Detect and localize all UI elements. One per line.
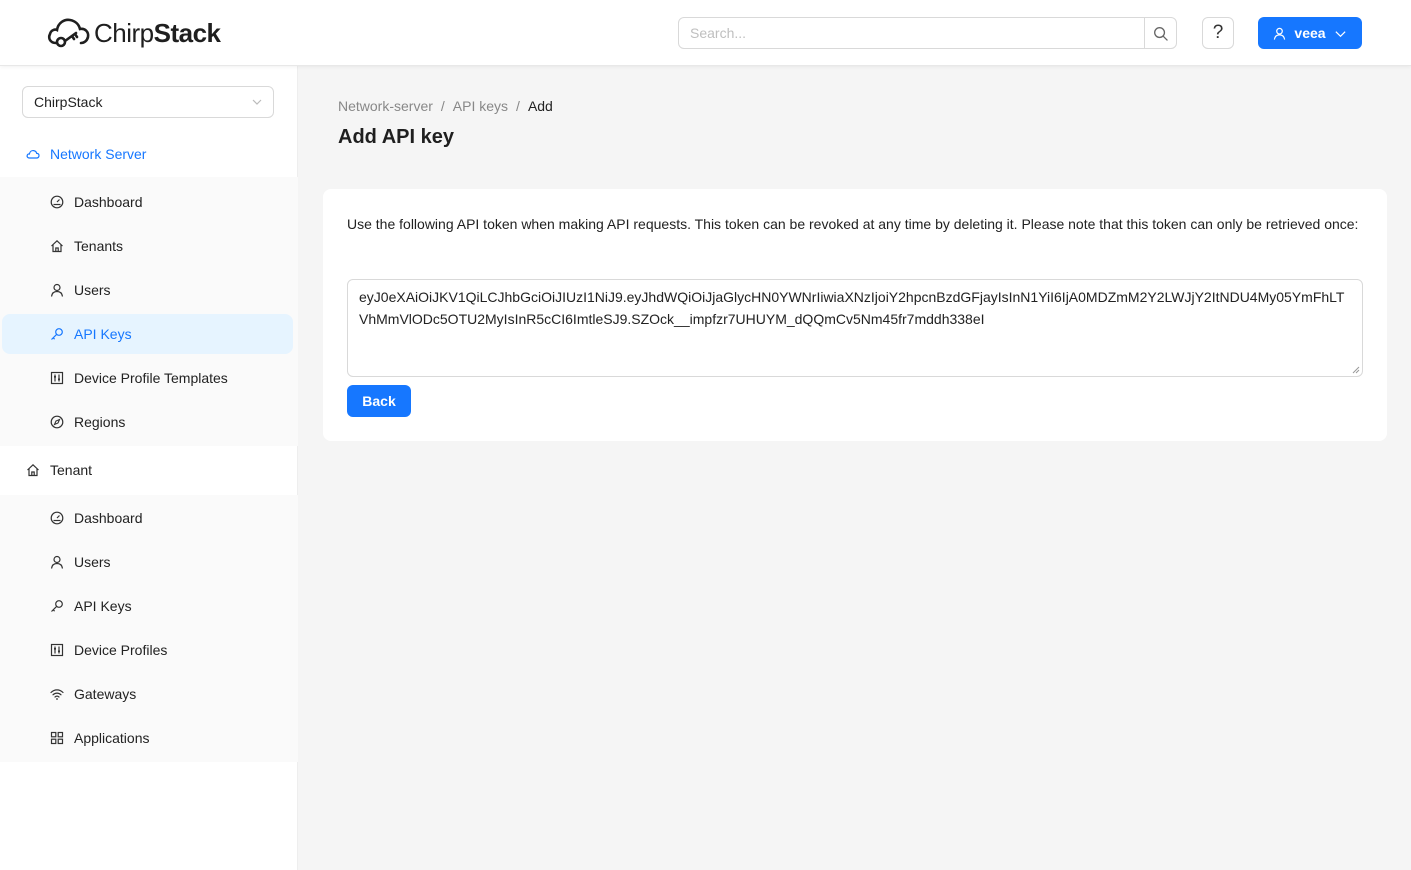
resize-handle-icon[interactable] — [1352, 366, 1360, 374]
sidebar-item-label: Users — [74, 282, 111, 298]
breadcrumb-separator: / — [516, 98, 520, 114]
sidebar-item-ns-device-profile-templates[interactable]: Device Profile Templates — [2, 358, 293, 398]
api-key-card: Use the following API token when making … — [323, 189, 1387, 441]
key-icon — [51, 600, 63, 612]
home-icon — [27, 463, 39, 477]
sidebar-item-label: Tenants — [74, 238, 124, 254]
menu-group-tenant[interactable]: Tenant — [0, 448, 298, 492]
menu-group-label: Tenant — [50, 462, 93, 478]
help-button[interactable]: ? — [1202, 17, 1234, 49]
tenant-select-value: ChirpStack — [34, 94, 103, 110]
user-name: veea — [1294, 25, 1326, 41]
appstore-icon — [50, 731, 64, 745]
sidebar-item-label: API Keys — [74, 598, 132, 614]
sidebar-item-label: Gateways — [74, 686, 137, 702]
top-header: ChirpStack ? veea — [0, 0, 1411, 66]
home-icon — [51, 239, 63, 253]
breadcrumb-network-server[interactable]: Network-server — [338, 98, 433, 114]
logo-text: ChirpStack — [94, 17, 221, 48]
tenant-submenu: Dashboard Users API Keys Device Profiles… — [0, 495, 298, 762]
dashboard-icon — [50, 511, 64, 525]
user-icon — [50, 283, 64, 297]
user-icon — [1274, 27, 1286, 40]
back-button[interactable]: Back — [347, 385, 411, 417]
sidebar: ChirpStack Network Server Dashboard Tena… — [0, 66, 298, 870]
network-server-submenu: Dashboard Tenants Users API Keys Device … — [0, 177, 298, 446]
breadcrumb-current: Add — [527, 98, 553, 114]
token-description: Use the following API token when making … — [347, 216, 1359, 232]
control-icon — [50, 371, 64, 385]
api-token-textarea[interactable]: eyJ0eXAiOiJKV1QiLCJhbGciOiJIUzI1NiJ9.eyJ… — [347, 279, 1363, 377]
sidebar-item-tenant-dashboard[interactable]: Dashboard — [2, 498, 293, 538]
chevron-down-icon — [252, 99, 262, 105]
cloud-icon — [26, 149, 40, 159]
sidebar-item-label: Dashboard — [74, 510, 143, 526]
menu-group-label: Network Server — [50, 146, 147, 162]
search-button[interactable] — [1144, 18, 1176, 48]
breadcrumb: Network-server / API keys / Add — [338, 98, 553, 114]
compass-icon — [50, 415, 64, 429]
chirpstack-logo[interactable]: ChirpStack — [46, 14, 221, 52]
user-menu-button[interactable]: veea — [1258, 17, 1362, 49]
sidebar-item-tenant-gateways[interactable]: Gateways — [2, 674, 293, 714]
sidebar-item-ns-tenants[interactable]: Tenants — [2, 226, 293, 266]
key-icon — [51, 328, 63, 340]
sidebar-item-ns-api-keys[interactable]: API Keys — [2, 314, 293, 354]
sidebar-item-tenant-users[interactable]: Users — [2, 542, 293, 582]
sidebar-item-ns-regions[interactable]: Regions — [2, 402, 293, 442]
sidebar-item-tenant-device-profiles[interactable]: Device Profiles — [2, 630, 293, 670]
breadcrumb-api-keys[interactable]: API keys — [453, 98, 508, 114]
sidebar-item-label: Regions — [74, 414, 126, 430]
control-icon — [50, 643, 64, 657]
sidebar-item-label: Applications — [74, 730, 150, 746]
user-icon — [50, 555, 64, 569]
search-box — [678, 17, 1177, 49]
api-token-value: eyJ0eXAiOiJKV1QiLCJhbGciOiJIUzI1NiJ9.eyJ… — [359, 289, 1345, 327]
sidebar-item-label: Device Profile Templates — [74, 370, 228, 386]
page-title: Add API key — [338, 126, 454, 148]
search-input[interactable] — [679, 18, 1144, 48]
sidebar-item-label: Device Profiles — [74, 642, 168, 658]
wifi-icon — [50, 689, 64, 700]
dashboard-icon — [50, 195, 64, 209]
breadcrumb-separator: / — [440, 98, 445, 114]
sidebar-item-tenant-applications[interactable]: Applications — [2, 718, 293, 758]
chevron-down-icon — [1335, 30, 1346, 37]
sidebar-item-label: Users — [74, 554, 111, 570]
sidebar-item-label: Dashboard — [74, 194, 143, 210]
sidebar-item-ns-users[interactable]: Users — [2, 270, 293, 310]
menu-group-network-server[interactable]: Network Server — [0, 132, 298, 176]
sidebar-item-tenant-api-keys[interactable]: API Keys — [2, 586, 293, 626]
cloud-key-icon — [47, 18, 90, 48]
sidebar-item-ns-dashboard[interactable]: Dashboard — [2, 182, 293, 222]
search-icon — [1154, 26, 1168, 41]
tenant-select[interactable]: ChirpStack — [22, 86, 274, 118]
sidebar-item-label: API Keys — [74, 326, 132, 342]
